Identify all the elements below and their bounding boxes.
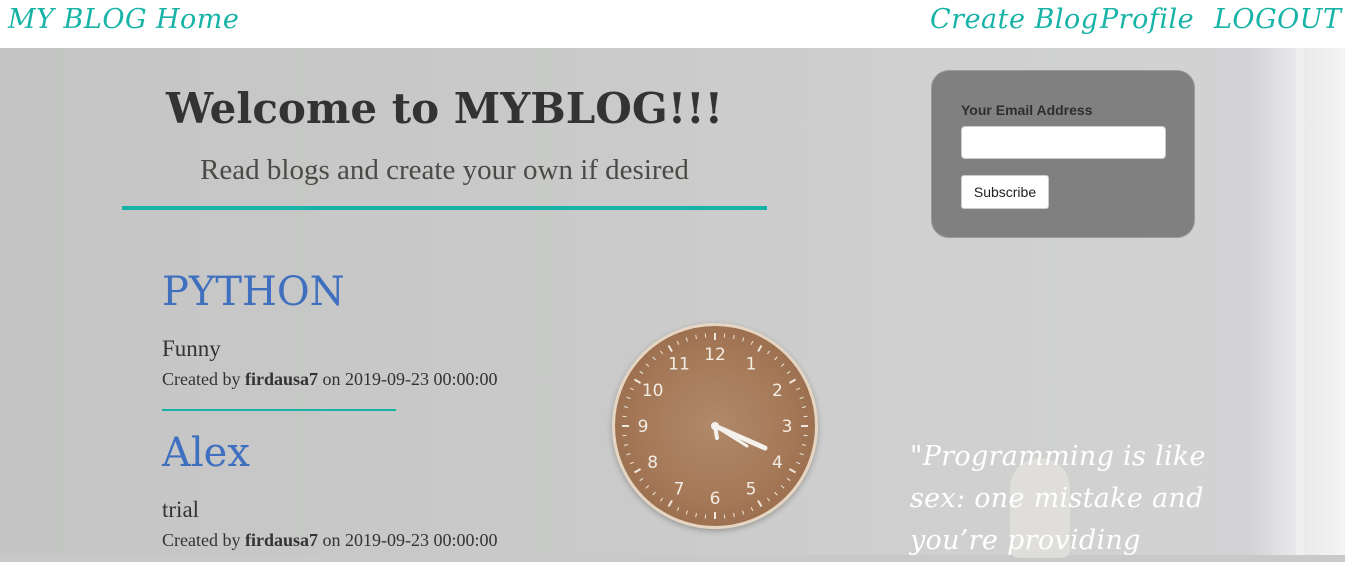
clock-tick [796, 388, 800, 390]
clock-tick [758, 500, 762, 506]
post-title-link[interactable]: Alex [162, 433, 250, 473]
clock-tick [800, 454, 804, 455]
clock-tick [653, 357, 656, 360]
clock-tick [758, 345, 762, 351]
nav-profile-link[interactable]: Profile [1100, 4, 1194, 35]
clock-numeral: 5 [746, 479, 757, 499]
post-created-prefix: Created by [162, 369, 240, 389]
email-field[interactable] [961, 126, 1166, 159]
subscribe-button[interactable]: Subscribe [961, 175, 1049, 209]
clock-tick [787, 478, 790, 480]
post-meta: Created by firdausa7 on 2019-09-23 00:00… [162, 530, 497, 551]
page-title: Welcome to MYBLOG!!! [122, 84, 767, 133]
clock-tick [630, 462, 634, 464]
post-date-prefix: on [322, 530, 340, 550]
clock-tick [646, 486, 649, 489]
clock-tick [669, 500, 673, 506]
clock-tick [800, 397, 804, 398]
clock-tick [781, 364, 784, 367]
clock-tick [634, 469, 640, 473]
email-label: Your Email Address [961, 102, 1092, 118]
clock-numeral: 3 [782, 417, 793, 437]
clock-tick [660, 498, 662, 501]
post-description: trial [162, 497, 199, 523]
clock-numeral: 8 [647, 453, 658, 473]
clock-tick [696, 513, 697, 517]
clock-numeral: 7 [674, 479, 685, 499]
clock-face: 12 12 3 45 6 78 9 1011 [615, 326, 815, 526]
clock-tick [796, 462, 800, 464]
clock-tick [751, 507, 753, 511]
clock-tick [627, 397, 631, 398]
post-divider [162, 409, 396, 411]
post-meta: Created by firdausa7 on 2019-09-23 00:00… [162, 369, 497, 390]
post-created-prefix: Created by [162, 530, 240, 550]
clock-tick [775, 357, 778, 360]
clock-tick [653, 492, 656, 495]
nav-home-link[interactable]: Home [156, 4, 239, 35]
navbar: MY BLOG Home Create Blog Profile LOGOUT [0, 0, 1345, 48]
clock-numeral: 2 [772, 381, 783, 401]
clock-tick [624, 445, 628, 446]
brand-link[interactable]: MY BLOG [8, 4, 147, 35]
clock-tick [640, 371, 643, 373]
post-description: Funny [162, 336, 221, 362]
post-author: firdausa7 [245, 369, 318, 389]
clock-numeral: 10 [642, 381, 664, 401]
clock-tick [767, 498, 769, 501]
clock-tick [634, 380, 640, 384]
hero-divider [122, 206, 767, 210]
clock-tick [624, 407, 628, 408]
clock-tick [660, 351, 662, 354]
clock-tick [743, 511, 744, 515]
post-author: firdausa7 [245, 530, 318, 550]
clock-tick [789, 469, 795, 473]
clock-tick [781, 486, 784, 489]
subscribe-card: Your Email Address Subscribe [931, 70, 1195, 238]
clock-tick [677, 341, 679, 345]
clock-numeral: 11 [668, 355, 690, 375]
clock-numeral: 6 [710, 489, 721, 509]
clock-tick [696, 335, 697, 339]
clock-tick [677, 507, 679, 511]
clock-tick [627, 454, 631, 455]
clock-center [711, 422, 719, 430]
clock-tick [686, 511, 687, 515]
clock-tick [787, 371, 790, 373]
clock-tick [640, 478, 643, 480]
quote-text: "Programming is like sex: one mistake an… [910, 436, 1210, 562]
clock-tick [751, 341, 753, 345]
page-subtitle: Read blogs and create your own if desire… [122, 154, 767, 187]
clock-tick [789, 380, 795, 384]
clock-tick [743, 338, 744, 342]
clock-numeral: 1 [746, 355, 757, 375]
background-door-edge [1296, 48, 1304, 555]
post-date: 2019-09-23 00:00:00 [345, 369, 498, 389]
post-date-prefix: on [322, 369, 340, 389]
clock-tick [669, 345, 673, 351]
clock-tick [767, 351, 769, 354]
post-date: 2019-09-23 00:00:00 [345, 530, 498, 550]
clock-tick [630, 388, 634, 390]
clock-tick [646, 364, 649, 367]
clock-tick [734, 335, 735, 339]
clock-tick [802, 445, 806, 446]
clock-tick [775, 492, 778, 495]
nav-create-blog-link[interactable]: Create Blog [930, 4, 1099, 35]
clock-numeral: 9 [638, 417, 649, 437]
clock-numeral: 4 [772, 453, 783, 473]
wall-clock-image: 12 12 3 45 6 78 9 1011 [612, 323, 818, 529]
clock-tick [802, 407, 806, 408]
clock-tick [686, 338, 687, 342]
post-title-link[interactable]: PYTHON [162, 272, 345, 312]
clock-tick [734, 513, 735, 517]
clock-numeral: 12 [704, 345, 726, 365]
nav-logout-link[interactable]: LOGOUT [1214, 4, 1342, 35]
